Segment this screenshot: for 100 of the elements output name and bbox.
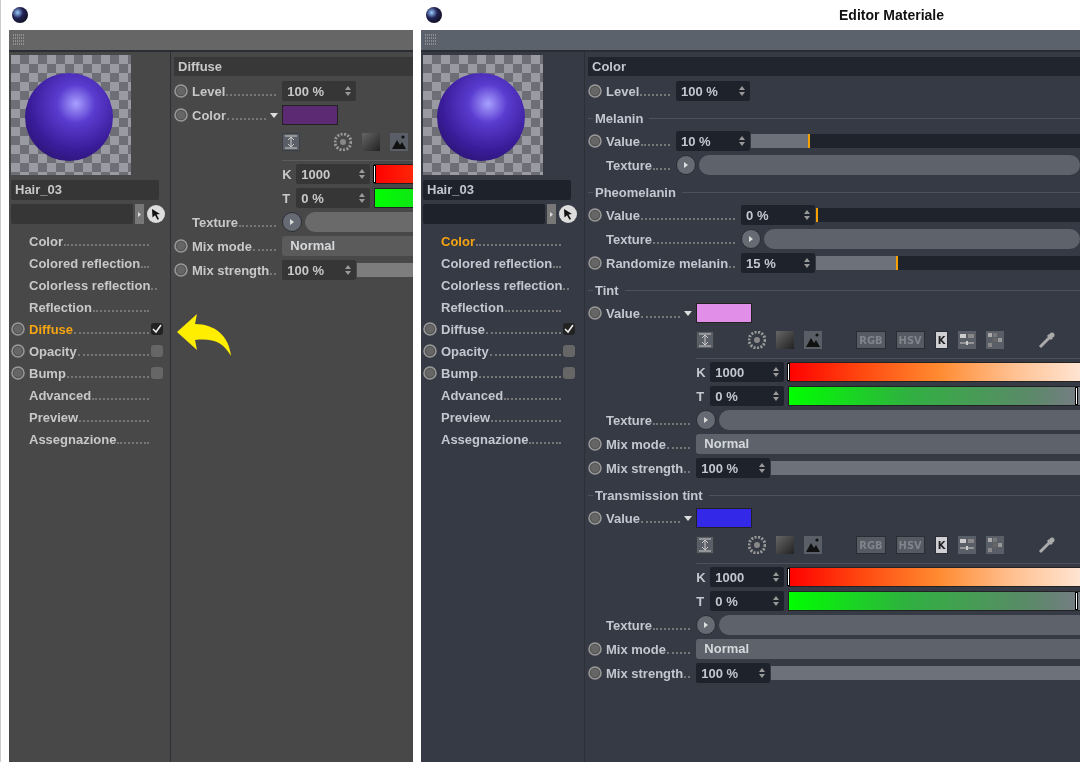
channel-checkbox[interactable] [563, 345, 575, 357]
channel-checkbox[interactable] [151, 367, 163, 379]
slider-track[interactable] [751, 134, 1080, 148]
channel-item[interactable]: Bump [441, 365, 478, 381]
swatches-icon[interactable] [986, 536, 1005, 554]
channel-item[interactable]: Colored reflection [29, 255, 141, 271]
spinner-arrows-icon[interactable] [359, 169, 366, 179]
channel-item[interactable]: Colored reflection [441, 255, 553, 271]
keyframe-circle-icon[interactable] [588, 666, 602, 680]
spinner-arrows-icon[interactable] [359, 193, 366, 203]
spinner-arrows-icon[interactable] [345, 86, 352, 96]
sliders-icon[interactable] [958, 536, 977, 554]
color-mode-button[interactable]: K [934, 536, 949, 554]
color-mode-button[interactable]: K [934, 331, 949, 349]
channel-item[interactable]: Diffuse [29, 321, 74, 337]
channel-item[interactable]: Preview [441, 409, 491, 425]
swatches-icon[interactable] [986, 331, 1005, 349]
material-name-field[interactable]: Hair_03 [11, 180, 159, 200]
slider-handle[interactable] [787, 363, 791, 381]
gradient-slider[interactable] [788, 591, 1080, 611]
slider-handle[interactable] [1075, 387, 1079, 405]
keyframe-circle-icon[interactable] [11, 366, 25, 380]
gradient-square-icon[interactable] [776, 331, 795, 349]
number-field[interactable]: 0 % [710, 591, 785, 611]
channel-item[interactable]: Color [441, 233, 475, 249]
keyframe-circle-icon[interactable] [588, 461, 602, 475]
texture-field[interactable] [719, 410, 1080, 430]
keyframe-circle-icon[interactable] [588, 134, 602, 148]
number-field[interactable]: 0 % [741, 205, 816, 225]
texture-menu-button[interactable] [741, 229, 762, 249]
mix-mode-dropdown[interactable]: Normal [696, 639, 1080, 659]
keyframe-circle-icon[interactable] [588, 511, 602, 525]
link-field[interactable] [423, 204, 545, 224]
pointer-icon[interactable] [146, 204, 166, 224]
color-swatch[interactable] [282, 105, 339, 125]
eyedropper-icon[interactable] [1038, 536, 1057, 554]
spinner-arrows-icon[interactable] [345, 265, 352, 275]
channel-item[interactable]: Reflection [29, 299, 92, 315]
channel-checkbox[interactable] [151, 345, 163, 357]
keyframe-circle-icon[interactable] [588, 84, 602, 98]
texture-field[interactable] [764, 229, 1080, 249]
color-swatch[interactable] [696, 508, 753, 528]
keyframe-circle-icon[interactable] [423, 344, 437, 358]
spinner-arrows-icon[interactable] [739, 136, 745, 146]
texture-menu-button[interactable] [282, 212, 303, 232]
slider-handle[interactable] [1075, 592, 1079, 610]
dropdown-caret-icon[interactable] [270, 112, 279, 118]
gradient-slider[interactable] [788, 567, 1080, 587]
spinner-arrows-icon[interactable] [773, 572, 780, 582]
eyedropper-icon[interactable] [1038, 331, 1057, 349]
color-wheel-icon[interactable] [334, 133, 353, 151]
image-icon[interactable] [804, 331, 823, 349]
channel-item[interactable]: Colorless reflection [29, 277, 151, 293]
color-wheel-icon[interactable] [748, 536, 767, 554]
keyframe-circle-icon[interactable] [588, 256, 602, 270]
channel-item[interactable]: Colorless reflection [441, 277, 563, 293]
expand-icon[interactable] [282, 133, 301, 151]
keyframe-circle-icon[interactable] [588, 642, 602, 656]
gradient-square-icon[interactable] [776, 536, 795, 554]
channel-checkbox[interactable] [563, 323, 575, 335]
channel-item[interactable]: Opacity [29, 343, 77, 359]
dropdown-caret-icon[interactable] [684, 310, 693, 316]
keyframe-circle-icon[interactable] [174, 239, 188, 253]
spinner-arrows-icon[interactable] [739, 86, 745, 96]
channel-item[interactable]: Color [29, 233, 63, 249]
color-wheel-icon[interactable] [748, 331, 767, 349]
channel-item[interactable]: Bump [29, 365, 66, 381]
texture-menu-button[interactable] [696, 410, 717, 430]
keyframe-circle-icon[interactable] [423, 322, 437, 336]
image-icon[interactable] [804, 536, 823, 554]
keyframe-circle-icon[interactable] [11, 344, 25, 358]
number-field[interactable]: 100 % [696, 663, 771, 683]
spinner-arrows-icon[interactable] [759, 668, 766, 678]
spinner-arrows-icon[interactable] [804, 258, 811, 268]
keyframe-circle-icon[interactable] [174, 263, 188, 277]
dropdown-caret-icon[interactable] [684, 515, 693, 521]
number-field[interactable]: 15 % [741, 253, 816, 273]
number-field[interactable]: 100 % [282, 81, 357, 101]
spinner-arrows-icon[interactable] [773, 367, 780, 377]
color-swatch[interactable] [696, 303, 753, 323]
keyframe-circle-icon[interactable] [588, 208, 602, 222]
material-name-field[interactable]: Hair_03 [423, 180, 571, 200]
channel-item[interactable]: Diffuse [441, 321, 486, 337]
channel-checkbox[interactable] [151, 323, 163, 335]
gradient-slider[interactable] [788, 386, 1080, 406]
expand-icon[interactable] [696, 536, 715, 554]
gradient-square-icon[interactable] [362, 133, 381, 151]
number-field[interactable]: 100 % [696, 458, 771, 478]
texture-field[interactable] [719, 615, 1080, 635]
number-field[interactable]: 100 % [676, 81, 750, 101]
channel-item[interactable]: Reflection [441, 299, 504, 315]
keyframe-circle-icon[interactable] [174, 84, 188, 98]
number-field[interactable]: 10 % [676, 131, 750, 151]
number-field[interactable]: 1000 [710, 567, 785, 587]
spinner-arrows-icon[interactable] [773, 391, 780, 401]
texture-menu-button[interactable] [696, 615, 717, 635]
number-field[interactable]: 0 % [710, 386, 785, 406]
number-field[interactable]: 0 % [296, 188, 371, 208]
number-field[interactable]: 1000 [296, 164, 371, 184]
keyframe-circle-icon[interactable] [588, 306, 602, 320]
